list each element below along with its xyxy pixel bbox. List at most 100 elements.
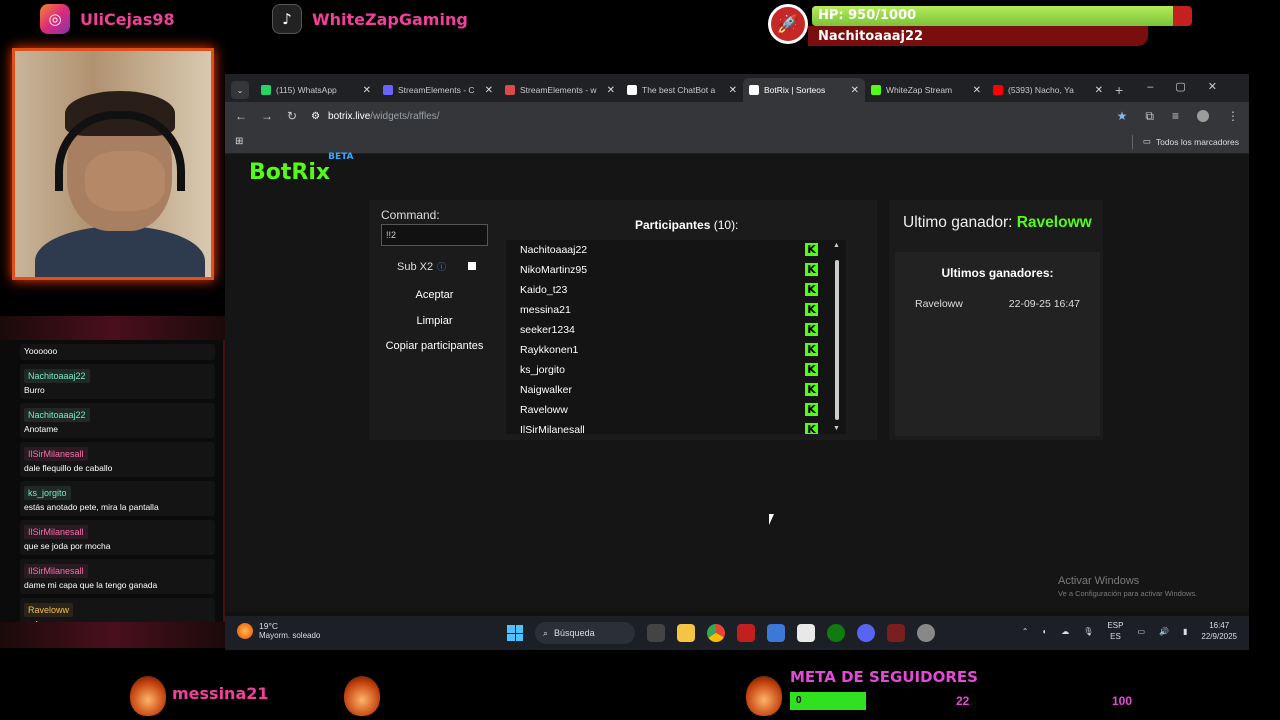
forward-icon[interactable]: → (261, 109, 273, 123)
sub-x2-checkbox[interactable] (468, 262, 476, 270)
settings-icon[interactable] (917, 624, 935, 642)
browser-tab[interactable]: StreamElements - C ✕ (377, 78, 499, 102)
scroll-down-icon[interactable]: ▼ (833, 425, 840, 432)
participant-name: IlSirMilanesall (520, 424, 585, 434)
profile-avatar[interactable] (1197, 110, 1209, 122)
close-icon[interactable]: ✕ (851, 85, 859, 96)
media-icon[interactable]: ≡ (1172, 109, 1179, 123)
chat-username[interactable]: Nachitoaaaj22 (24, 369, 90, 383)
accept-button[interactable]: Aceptar (381, 284, 488, 306)
window-controls[interactable]: –▢✕ (1147, 80, 1239, 93)
calculator-icon[interactable] (767, 624, 785, 642)
scroll-thumb[interactable] (835, 260, 839, 420)
cloud-icon[interactable]: ☁ (1061, 627, 1069, 636)
volume-icon[interactable]: 🔊 (1159, 627, 1169, 636)
chat-message: Yoooooo (20, 344, 215, 360)
new-tab-button[interactable]: + (1115, 82, 1123, 98)
app-icon-dark-red[interactable] (887, 624, 905, 642)
browser-tab[interactable]: The best ChatBot a ✕ (621, 78, 743, 102)
last-winner-label: Ultimo ganador: (903, 214, 1013, 231)
chat-message: IlSirMilanesall dale flequillo de caballo (20, 442, 215, 477)
close-icon[interactable]: ✕ (485, 85, 493, 96)
menu-icon[interactable]: ⋮ (1227, 109, 1239, 123)
task-view-icon[interactable] (647, 624, 665, 642)
xbox-icon[interactable] (827, 624, 845, 642)
chat-username[interactable]: IlSirMilanesall (24, 447, 88, 461)
close-icon[interactable]: ✕ (1095, 85, 1103, 96)
clear-button[interactable]: Limpiar (381, 310, 488, 332)
chat-frame-top (0, 316, 225, 342)
chat-username[interactable]: Nachitoaaaj22 (24, 408, 90, 422)
tab-favicon (749, 85, 759, 95)
chat-text: Burro (24, 385, 45, 395)
site-info-icon[interactable]: ⚙ (311, 111, 320, 122)
address-bar[interactable]: ⚙ botrix.live/widgets/raffles/ (311, 105, 1103, 127)
chat-message: Nachitoaaaj22 Anotame (20, 403, 215, 438)
windows-start-icon[interactable] (507, 625, 523, 641)
file-explorer-icon[interactable] (677, 624, 695, 642)
tab-search-button[interactable]: ⌄ (231, 81, 249, 99)
close-icon[interactable]: ✕ (363, 85, 371, 96)
command-input[interactable] (381, 224, 488, 246)
clock[interactable]: 16:47 22/9/2025 (1201, 620, 1237, 642)
taskbar-search[interactable]: ⌕ Búsqueda (535, 622, 635, 644)
browser-tab[interactable]: WhiteZap Stream ✕ (865, 78, 987, 102)
bookmarks-bar: ⊞ ▭ Todos los marcadores (225, 130, 1249, 154)
clock-time: 16:47 (1209, 621, 1230, 630)
participant-name: messina21 (520, 304, 571, 316)
tab-bar: ⌄ (115) WhatsApp ✕ StreamElements - C ✕ Stre… (225, 74, 1249, 102)
bookmark-star-icon[interactable]: ★ (1117, 109, 1128, 123)
copy-participants-button[interactable]: Copiar participantes (373, 335, 496, 357)
chevron-up-icon[interactable]: ⌃ (1022, 627, 1029, 636)
flame-avatar (130, 676, 166, 716)
language-indicator[interactable]: ESP ES (1107, 620, 1123, 642)
discord-icon[interactable] (857, 624, 875, 642)
close-icon[interactable]: ✕ (607, 85, 615, 96)
kick-icon: K (805, 403, 818, 416)
tab-label: The best ChatBot a (642, 85, 716, 95)
browser-tab[interactable]: (115) WhatsApp ✕ (255, 78, 377, 102)
kick-icon: K (805, 303, 818, 316)
store-icon[interactable] (797, 624, 815, 642)
chat-username[interactable]: ks_jorgito (24, 486, 71, 500)
tray-app-icon[interactable]: ◐ (1042, 627, 1047, 636)
participants-scrollbar[interactable]: ▲ ▼ (833, 242, 842, 432)
webcam-body (35, 226, 205, 277)
chrome-icon[interactable] (707, 624, 725, 642)
kick-icon: K (805, 383, 818, 396)
scroll-up-icon[interactable]: ▲ (833, 242, 840, 249)
reload-icon[interactable]: ↻ (287, 109, 297, 123)
extensions-icon[interactable]: ⧉ (1145, 109, 1154, 124)
back-icon[interactable]: ← (235, 109, 247, 123)
browser-tab[interactable]: BotRix | Sorteos ✕ (743, 78, 865, 102)
participant-row: IlSirMilanesall K (506, 420, 846, 434)
browser-tab[interactable]: (5393) Nacho, Ya ✕ (987, 78, 1109, 102)
close-icon[interactable]: ✕ (973, 85, 981, 96)
lang-primary: ESP (1107, 621, 1124, 630)
apps-grid-icon[interactable]: ⊞ (235, 136, 243, 147)
sun-icon (237, 622, 253, 639)
close-icon[interactable]: ✕ (729, 85, 737, 96)
battery-icon[interactable]: ▮ (1183, 627, 1187, 636)
search-label: Búsqueda (554, 628, 595, 638)
kick-icon: K (805, 423, 818, 434)
chat-username[interactable]: Raveloww (24, 603, 74, 617)
weather-widget[interactable]: 19°C Mayorm. soleado (237, 621, 320, 640)
participant-row: Raveloww K (506, 400, 846, 420)
webcam-feed (12, 48, 214, 280)
weather-temp: 19°C (259, 621, 278, 631)
chat-username[interactable]: IlSirMilanesall (24, 525, 88, 539)
url-path: /widgets/raffles/ (370, 110, 440, 122)
browser-tab[interactable]: StreamElements - w ✕ (499, 78, 621, 102)
chat-username[interactable]: IlSirMilanesall (24, 564, 88, 578)
all-bookmarks-link[interactable]: Todos los marcadores (1156, 137, 1239, 147)
app-icon-red[interactable] (737, 624, 755, 642)
network-icon[interactable]: ▭ (1137, 627, 1145, 636)
botrix-logo[interactable]: BotRixBETA (249, 152, 356, 185)
webcam-hand (85, 151, 165, 211)
info-icon[interactable]: ⓘ (437, 260, 446, 273)
tiktok-icon: ♪ (272, 4, 302, 34)
participant-name: NikoMartinz95 (520, 264, 588, 276)
instagram-icon: ◎ (40, 4, 70, 34)
mic-icon[interactable]: 🎙 (1083, 627, 1093, 636)
